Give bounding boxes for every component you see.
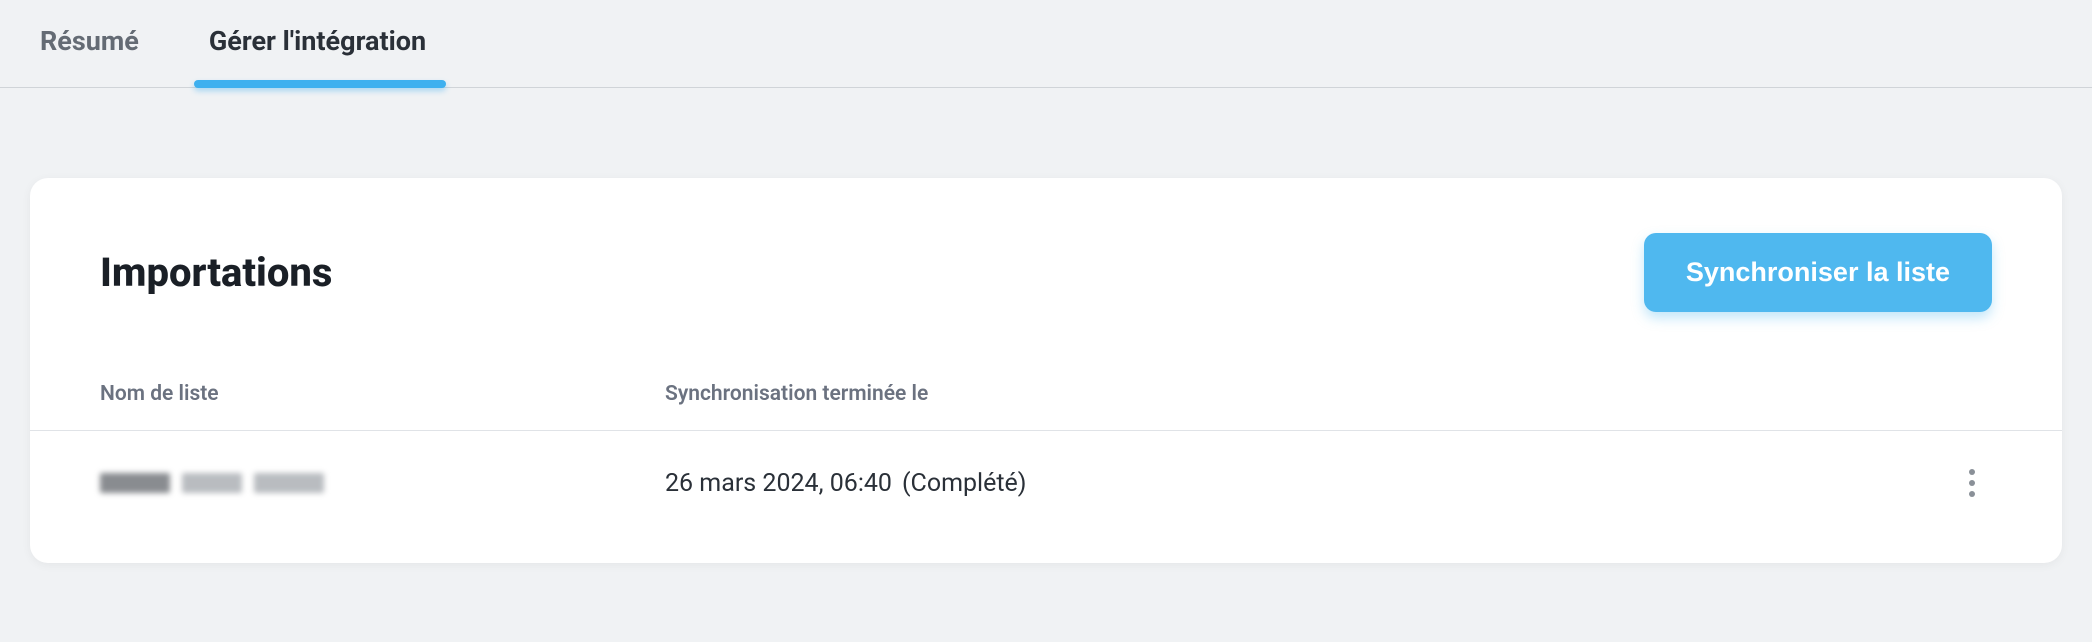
column-header-sync-completed: Synchronisation terminée le (665, 382, 1992, 406)
table-header: Nom de liste Synchronisation terminée le (30, 382, 2062, 431)
tab-resume[interactable]: Résumé (30, 0, 149, 87)
redacted-text (100, 473, 170, 493)
card-title: Importations (100, 249, 332, 296)
imports-card: Importations Synchroniser la liste Nom d… (30, 178, 2062, 563)
sync-date-value: 26 mars 2024, 06:40 (665, 469, 892, 498)
sync-status-value: (Complété) (902, 469, 1027, 498)
column-header-list-name: Nom de liste (100, 382, 665, 406)
sync-list-button[interactable]: Synchroniser la liste (1644, 233, 1992, 312)
sync-date-cell: 26 mars 2024, 06:40 (Complété) (665, 469, 1952, 498)
more-vertical-icon (1969, 469, 1975, 497)
card-header: Importations Synchroniser la liste (30, 233, 2062, 312)
tab-manage-integration[interactable]: Gérer l'intégration (199, 0, 436, 87)
table-row: 26 mars 2024, 06:40 (Complété) (30, 431, 2062, 503)
tabs-container: Résumé Gérer l'intégration (0, 0, 2092, 88)
redacted-text (182, 473, 242, 493)
list-name-cell (100, 473, 665, 493)
redacted-text (254, 473, 324, 493)
row-more-button[interactable] (1952, 463, 1992, 503)
